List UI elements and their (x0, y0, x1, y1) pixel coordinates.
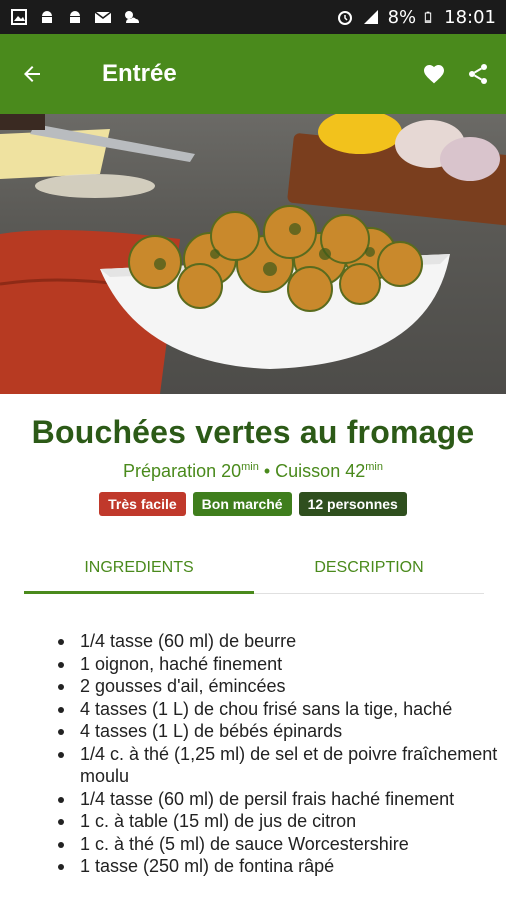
heart-icon (424, 65, 444, 84)
time-info: Préparation 20min • Cuisson 42min (0, 461, 506, 482)
alarm-icon (337, 11, 352, 25)
recipe-title: Bouchées vertes au fromage (31, 414, 475, 450)
battery-percent: 8% (387, 6, 417, 28)
android-icon (42, 11, 52, 23)
page-title: Entrée (102, 60, 177, 87)
notification-icons (10, 8, 140, 26)
share-icon (469, 64, 487, 84)
badges: Très facile Bon marché 12 personnes (0, 492, 506, 516)
list-item: 1/4 tasse (60 ml) de persil frais haché … (58, 788, 498, 811)
recipe-content: Bouchées vertes au fromage Préparation 2… (0, 394, 506, 876)
difficulty-badge: Très facile (99, 492, 186, 516)
tab-description[interactable]: DESCRIPTION (254, 542, 484, 593)
separator: • (258, 461, 276, 481)
cook-time: Cuisson 42 (275, 461, 366, 481)
prep-unit: min (241, 461, 259, 473)
favorite-button[interactable] (420, 60, 448, 88)
cook-unit: min (365, 461, 383, 473)
app-bar: Entrée (0, 34, 506, 114)
battery-icon (424, 11, 432, 23)
weather-icon (125, 11, 139, 23)
list-item: 1 oignon, haché finement (58, 653, 498, 676)
servings-badge: 12 personnes (298, 492, 407, 516)
list-item: 1/4 c. à thé (1,25 ml) de sel et de poiv… (58, 743, 498, 788)
signal-icon (363, 10, 378, 24)
list-item: 1 tasse (250 ml) de fontina râpé (58, 855, 498, 878)
list-item: 4 tasses (1 L) de bébés épinards (58, 720, 498, 743)
list-item: 2 gousses d'ail, émincées (58, 675, 498, 698)
share-button[interactable] (464, 60, 492, 88)
image-icon (11, 9, 27, 25)
list-item: 1 c. à thé (5 ml) de sauce Worcestershir… (58, 833, 498, 856)
recipe-photo (0, 114, 506, 394)
status-bar: 8% 18:01 (0, 0, 506, 34)
android-icon (70, 11, 80, 23)
list-item: 1/4 tasse (60 ml) de beurre (58, 630, 498, 653)
list-item: 1 c. à table (15 ml) de jus de citron (58, 810, 498, 833)
cost-badge: Bon marché (192, 492, 292, 516)
back-button[interactable] (0, 34, 64, 114)
list-item: 4 tasses (1 L) de chou frisé sans la tig… (58, 698, 498, 721)
prep-time: Préparation 20 (123, 461, 242, 481)
mail-icon (94, 11, 112, 23)
tabs: INGREDIENTS DESCRIPTION (24, 542, 484, 594)
back-arrow-icon (24, 66, 40, 82)
tab-ingredients[interactable]: INGREDIENTS (24, 542, 254, 594)
clock: 18:01 (444, 6, 496, 28)
ingredient-list: 1/4 tasse (60 ml) de beurre 1 oignon, ha… (58, 630, 498, 878)
